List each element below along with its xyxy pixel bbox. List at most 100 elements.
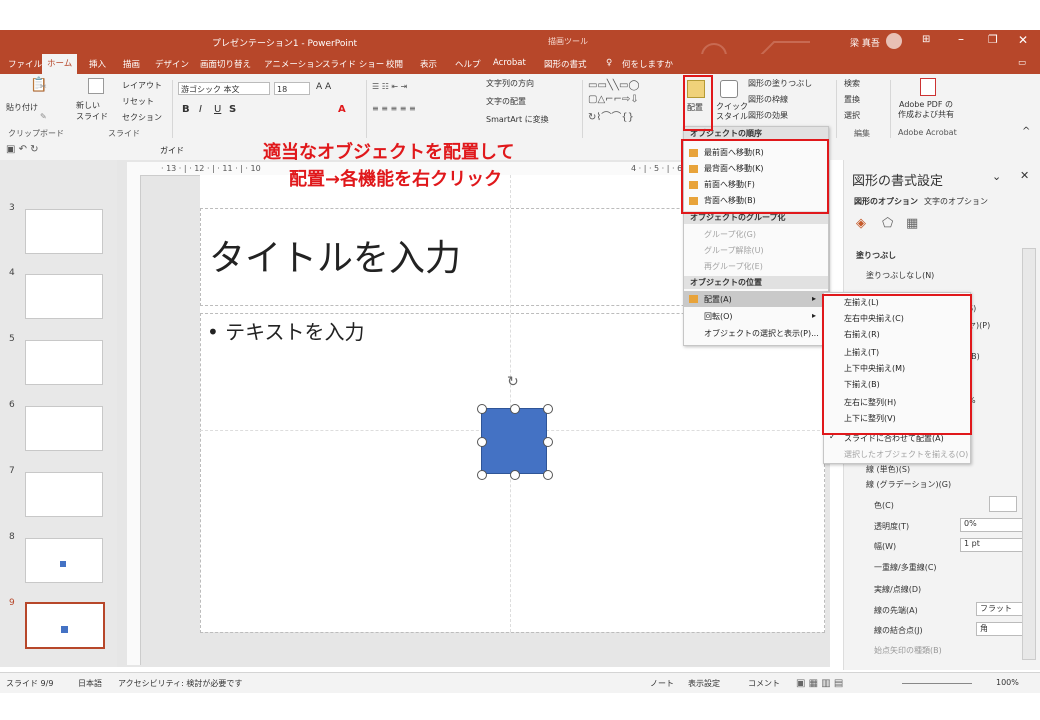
slide-thumbnail-7[interactable] <box>25 472 103 517</box>
avatar[interactable] <box>886 33 902 49</box>
color-picker[interactable] <box>989 496 1017 512</box>
pane-close-icon[interactable]: ✕ <box>1020 169 1029 182</box>
align-menu-item[interactable]: 配置(A) <box>704 294 732 305</box>
layout-button[interactable]: レイアウト <box>122 80 162 91</box>
zoom-slider[interactable] <box>902 683 972 684</box>
smartart-button[interactable]: SmartArt に変換 <box>486 114 549 125</box>
tab-slideshow[interactable]: スライド ショー <box>322 58 384 70</box>
transparency-input[interactable]: 0% <box>960 518 1025 532</box>
tab-design[interactable]: デザイン <box>155 58 189 70</box>
no-fill-radio[interactable]: 塗りつぶしなし(N) <box>866 270 934 281</box>
slide-thumbnail-4[interactable] <box>25 274 103 319</box>
paste-button[interactable]: 貼り付け <box>6 102 38 113</box>
resize-handle[interactable] <box>477 404 487 414</box>
slide-thumbnail-8[interactable] <box>25 538 103 583</box>
tab-view[interactable]: 表示 <box>420 58 437 70</box>
view-buttons[interactable]: ▣ ▦ ▥ ▤ <box>796 678 843 689</box>
rotate-handle-icon[interactable]: ↻ <box>507 374 519 390</box>
resize-handle[interactable] <box>477 470 487 480</box>
text-direction-button[interactable]: 文字列の方向 <box>486 78 534 89</box>
zoom-level[interactable]: 100% <box>996 678 1019 687</box>
tab-file[interactable]: ファイル <box>8 58 42 70</box>
regroup[interactable]: 再グループ化(E) <box>704 261 763 272</box>
comments-button[interactable]: コメント <box>748 678 780 689</box>
tab-text-options[interactable]: 文字のオプション <box>924 196 988 207</box>
pane-options-icon[interactable]: ⌄ <box>992 170 1001 183</box>
notes-button[interactable]: ノート <box>650 678 674 689</box>
new-slide-button[interactable]: 新しい スライド <box>76 100 108 122</box>
user-name[interactable]: 梁 真吾 <box>850 36 880 49</box>
width-input[interactable]: 1 pt <box>960 538 1025 552</box>
language[interactable]: 日本語 <box>78 678 102 689</box>
slide-body-text[interactable]: • テキストを入力 <box>207 316 365 345</box>
resize-handle[interactable] <box>510 470 520 480</box>
resize-handle[interactable] <box>510 404 520 414</box>
adobe-pdf-icon[interactable] <box>920 78 936 96</box>
size-properties-icon[interactable]: ▦ <box>906 216 918 231</box>
italic-button[interactable]: I <box>199 104 202 115</box>
slide-thumbnail-6[interactable] <box>25 406 103 451</box>
fill-line-icon[interactable]: ◈ <box>856 216 866 231</box>
close-icon[interactable]: ✕ <box>1018 33 1028 47</box>
join-select[interactable]: 角 <box>976 622 1023 636</box>
shape-effect-button[interactable]: 図形の効果 <box>748 110 788 121</box>
selection-pane[interactable]: オブジェクトの選択と表示(P)... <box>704 328 819 339</box>
restore-icon[interactable]: ❐ <box>988 33 998 46</box>
shadow-button[interactable]: S <box>229 104 236 115</box>
align-icon[interactable]: ≡ ≡ ≡ ≡ ≡ <box>372 104 416 113</box>
cut-icon[interactable]: ✂ <box>40 82 47 91</box>
reset-button[interactable]: リセット <box>122 96 154 107</box>
bold-button[interactable]: B <box>182 104 190 115</box>
tab-review[interactable]: 校閲 <box>386 58 403 70</box>
shapes-gallery-row2[interactable]: ▢△⌐⌐⇨⇩ <box>588 94 639 105</box>
group[interactable]: グループ化(G) <box>704 229 756 240</box>
effects-icon[interactable]: ⬠ <box>882 216 893 231</box>
pane-scrollbar[interactable] <box>1022 248 1036 660</box>
resize-handle[interactable] <box>543 470 553 480</box>
slide-thumbnail-5[interactable] <box>25 340 103 385</box>
ribbon-display-icon[interactable]: ⊞ <box>922 34 930 45</box>
tab-animations[interactable]: アニメーション <box>264 58 323 70</box>
tab-home[interactable]: ホーム <box>42 54 78 74</box>
resize-handle[interactable] <box>477 437 487 447</box>
quick-style-icon[interactable] <box>720 80 738 98</box>
shapes-gallery-row3[interactable]: ↻⌇⌒⌒{} <box>588 108 634 123</box>
tab-transitions[interactable]: 画面切り替え <box>200 58 251 70</box>
adobe-pdf-button[interactable]: Adobe PDF の 作成および共有 <box>898 100 954 120</box>
fill-section[interactable]: 塗りつぶし <box>856 250 896 261</box>
guide-checkbox[interactable]: ガイド <box>160 145 184 156</box>
grow-font-icon[interactable]: A A <box>316 82 331 92</box>
tab-acrobat[interactable]: Acrobat <box>493 58 526 68</box>
slide-thumbnail-3[interactable] <box>25 209 103 254</box>
save-icon[interactable]: ▣ ↶ ↻ <box>6 144 39 155</box>
replace-button[interactable]: 置換 <box>844 94 860 105</box>
slide-thumbnail-9[interactable] <box>25 602 105 649</box>
select-button[interactable]: 選択 <box>844 110 860 121</box>
accessibility-status[interactable]: アクセシビリティ: 検討が必要です <box>118 678 242 689</box>
shape-fill-button[interactable]: 図形の塗りつぶし <box>748 78 812 89</box>
rotate-menu-item[interactable]: 回転(O) <box>704 311 733 322</box>
line-gradient-radio[interactable]: 線 (グラデーション)(G) <box>866 479 951 490</box>
tab-help[interactable]: ヘルプ <box>455 58 481 70</box>
comment-icon[interactable]: ▭ <box>1018 58 1026 68</box>
minimize-icon[interactable]: – <box>958 32 964 46</box>
display-settings-button[interactable]: 表示設定 <box>688 678 720 689</box>
underline-button[interactable]: U <box>214 104 221 115</box>
shape-outline-button[interactable]: 図形の枠線 <box>748 94 788 105</box>
bullets-icon[interactable]: ☰ ☷ ⇤ ⇥ <box>372 82 407 91</box>
new-slide-icon[interactable] <box>88 78 104 94</box>
section-button[interactable]: セクション <box>122 112 162 123</box>
ungroup[interactable]: グループ解除(U) <box>704 245 764 256</box>
find-button[interactable]: 検索 <box>844 78 860 89</box>
resize-handle[interactable] <box>543 437 553 447</box>
font-color-button[interactable]: A <box>338 104 346 115</box>
align-text-button[interactable]: 文字の配置 <box>486 96 526 107</box>
line-solid-radio[interactable]: 線 (単色)(S) <box>866 464 910 475</box>
shapes-gallery[interactable]: ▭▭╲╲▭◯ <box>588 80 640 91</box>
autosave-icon[interactable] <box>6 36 18 48</box>
tell-me-input[interactable]: 何をしますか <box>622 58 673 70</box>
font-size-select[interactable]: 18 <box>274 82 310 95</box>
tab-shape-options[interactable]: 図形のオプション <box>854 196 918 207</box>
slide-title[interactable]: タイトルを入力 <box>209 229 461 281</box>
collapse-ribbon-icon[interactable]: ^ <box>1022 126 1030 137</box>
